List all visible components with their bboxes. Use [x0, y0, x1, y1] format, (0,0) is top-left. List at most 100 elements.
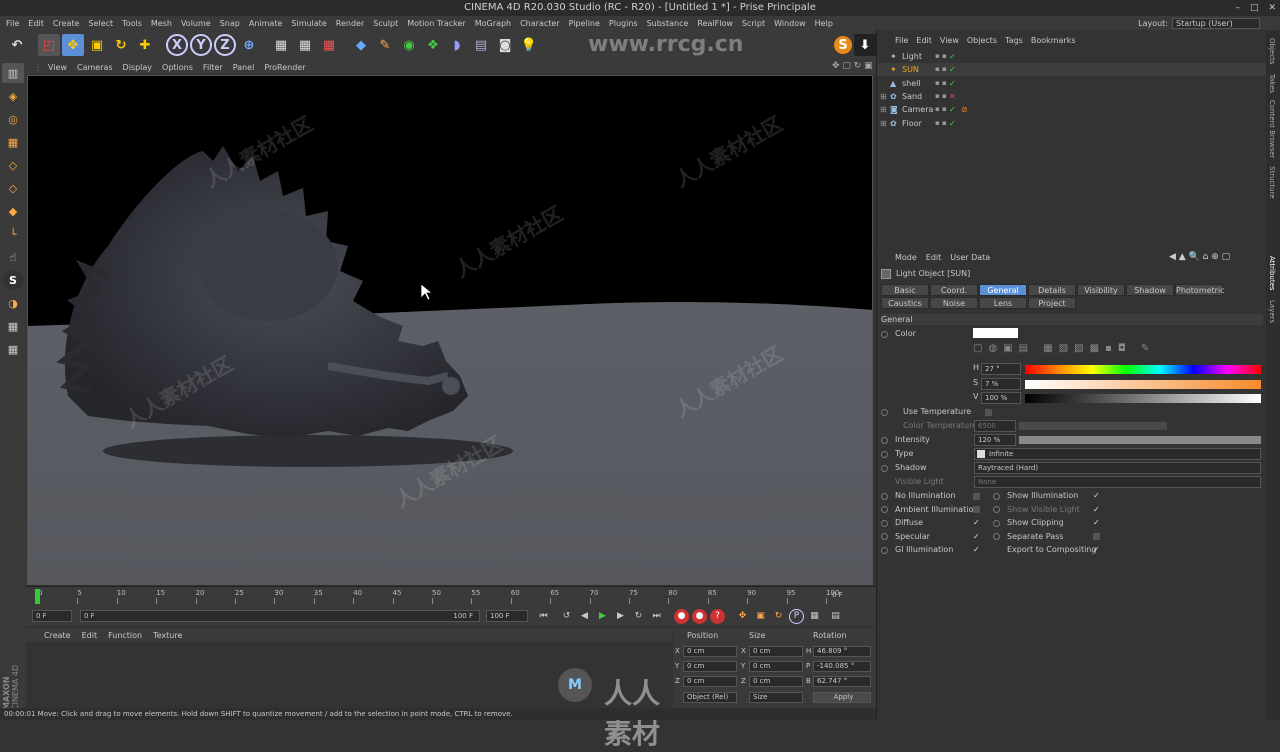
menu-realflow[interactable]: RealFlow	[697, 19, 733, 28]
edges-mode-icon[interactable]: ◇	[2, 178, 24, 198]
side-tab-takes[interactable]: Takes	[1268, 74, 1276, 93]
viewport-menu-filter[interactable]: Filter	[203, 63, 223, 72]
record-icon[interactable]: ●	[674, 608, 689, 624]
intensity-slider[interactable]	[1019, 436, 1261, 444]
cloner-icon[interactable]: ❖	[422, 34, 444, 56]
enabled-check-icon[interactable]: ✓	[949, 103, 956, 116]
color-swatch[interactable]	[973, 328, 1018, 338]
checkbox[interactable]	[973, 506, 980, 513]
tab-shadow[interactable]: Shadow	[1126, 284, 1174, 296]
object-row-light[interactable]: ✦ Light ▪ ▪ ✓	[877, 50, 1267, 63]
points-mode-icon[interactable]: ◇	[2, 155, 24, 175]
prev-frame-icon[interactable]: ◀	[577, 609, 592, 624]
object-row-sand[interactable]: ⊞ ✿ Sand ▪ ▪ ✕	[877, 90, 1267, 103]
attr-menu-user-data[interactable]: User Data	[950, 253, 990, 265]
checkbox[interactable]: ✓	[1093, 490, 1100, 502]
prev-key-icon[interactable]: ↺	[559, 609, 574, 624]
menu-plugins[interactable]: Plugins	[609, 19, 638, 28]
enabled-check-icon[interactable]: ✓	[949, 117, 956, 130]
color-temperature-slider[interactable]	[1019, 422, 1167, 430]
animate-dot[interactable]	[993, 492, 1000, 500]
model-mode-icon[interactable]: ◈	[2, 86, 24, 106]
rotate-icon[interactable]: ↻	[110, 34, 132, 56]
color-temperature-field[interactable]: 6500	[974, 420, 1016, 432]
visibility-dots[interactable]: ▪ ▪	[935, 77, 947, 90]
material-menu-texture[interactable]: Texture	[153, 631, 182, 640]
move-icon[interactable]: ✥	[62, 34, 84, 56]
live-select-icon[interactable]: ◰	[38, 34, 60, 56]
layout-dropdown[interactable]: Startup (User)	[1172, 17, 1260, 29]
rotation-field[interactable]: -140.085 °	[813, 661, 871, 672]
animate-dot[interactable]	[881, 546, 888, 554]
position-field[interactable]: 0 cm	[683, 661, 737, 672]
make-editable-icon[interactable]: ▥	[2, 63, 24, 83]
hsv-field[interactable]: 7 %	[981, 377, 1021, 390]
checkbox[interactable]	[973, 492, 980, 500]
playhead[interactable]	[35, 589, 40, 604]
close-button[interactable]: ✕	[1268, 0, 1276, 16]
hsv-slider[interactable]	[1025, 394, 1261, 403]
tab-visibility[interactable]: Visibility	[1077, 284, 1125, 296]
enabled-check-icon[interactable]: ✓	[949, 63, 956, 76]
type-dropdown[interactable]: Infinite	[974, 448, 1261, 460]
position-key-icon[interactable]: ✥	[735, 609, 750, 624]
current-frame-field[interactable]: 0 F	[32, 610, 72, 622]
visibility-dots[interactable]: ▪ ▪	[935, 103, 947, 116]
timeline-range-slider[interactable]: 0 F 100 F	[80, 610, 480, 622]
material-menu-edit[interactable]: Edit	[82, 631, 98, 640]
substance-icon[interactable]: S	[834, 36, 852, 54]
timeline-window-icon[interactable]: ▤	[828, 609, 843, 624]
rotation-field[interactable]: 62.747 °	[813, 676, 871, 687]
render-settings-icon[interactable]: ▦	[318, 34, 340, 56]
material-menu-function[interactable]: Function	[108, 631, 142, 640]
viewport-menu-cameras[interactable]: Cameras	[77, 63, 113, 72]
hsv-field[interactable]: 100 %	[981, 392, 1021, 404]
enabled-check-icon[interactable]: ✓	[949, 77, 956, 90]
viewport-nav-icons[interactable]: ✥ ▢ ↻ ▣	[832, 61, 873, 71]
menu-help[interactable]: Help	[815, 19, 833, 28]
tab-basic[interactable]: Basic	[881, 284, 929, 296]
animate-dot[interactable]	[993, 506, 1000, 513]
menu-file[interactable]: File	[6, 19, 19, 28]
lock-icon[interactable]: ▦	[2, 316, 24, 336]
go-to-end-icon[interactable]: ⏭	[649, 609, 664, 624]
menu-pipeline[interactable]: Pipeline	[569, 19, 600, 28]
checkbox[interactable]: ✓	[1093, 544, 1100, 556]
apply-button[interactable]: Apply	[813, 692, 871, 703]
timeline-ruler[interactable]: 0 5 10 15 20 25 30 35 40 45 50 55 60 65 70 75 80 85 90 95 10…	[26, 586, 876, 606]
menu-simulate[interactable]: Simulate	[291, 19, 326, 28]
object-menu-file[interactable]: File	[895, 36, 908, 48]
viewport-menu-options[interactable]: Options	[162, 63, 193, 72]
pla-key-icon[interactable]: ▦	[807, 609, 822, 624]
protection-tag-icon[interactable]: ⊘	[961, 103, 968, 116]
next-key-icon[interactable]: ↻	[631, 609, 646, 624]
add-icon[interactable]: ✚	[134, 34, 156, 56]
object-menu-view[interactable]: View	[940, 36, 959, 48]
expand-icon[interactable]: ⊞	[880, 103, 887, 116]
axis-mode-icon[interactable]: └	[2, 224, 24, 244]
world-coord-icon[interactable]: ⊕	[238, 34, 260, 56]
visibility-dots[interactable]: ▪ ▪	[935, 90, 947, 103]
object-row-floor[interactable]: ⊞ ✿ Floor ▪ ▪ ✓	[877, 117, 1267, 130]
animate-dot[interactable]	[881, 506, 888, 513]
cube-icon[interactable]: ◆	[350, 34, 372, 56]
side-tab-layers[interactable]: Layers	[1268, 300, 1276, 323]
tweak-icon[interactable]: ☝	[2, 247, 24, 267]
hsv-field[interactable]: 27 °	[981, 363, 1021, 375]
tab-lens[interactable]: Lens	[979, 297, 1027, 309]
menu-motion-tracker[interactable]: Motion Tracker	[407, 19, 466, 28]
tab-details[interactable]: Details	[1028, 284, 1076, 296]
attr-menu-edit[interactable]: Edit	[926, 253, 942, 265]
3d-viewport[interactable]: 人人素材社区 人人素材社区 人人素材社区 人人素材社区 人人素材社区 人人素材社…	[27, 75, 873, 585]
expand-icon[interactable]: ⊞	[880, 117, 887, 130]
object-menu-edit[interactable]: Edit	[916, 36, 932, 48]
menu-tools[interactable]: Tools	[122, 19, 142, 28]
side-tab-content-browser[interactable]: Content Browser	[1268, 100, 1276, 158]
download-icon[interactable]: ⬇	[854, 34, 876, 56]
animate-dot[interactable]	[881, 519, 888, 527]
tab-project[interactable]: Project	[1028, 297, 1076, 309]
z-axis-icon[interactable]: Z	[214, 34, 236, 56]
floor-icon[interactable]: ▤	[470, 34, 492, 56]
menu-mograph[interactable]: MoGraph	[475, 19, 511, 28]
attr-nav-icons[interactable]: ◀ ▲ 🔍 ⌂ ⊕ ▢	[1169, 252, 1230, 262]
